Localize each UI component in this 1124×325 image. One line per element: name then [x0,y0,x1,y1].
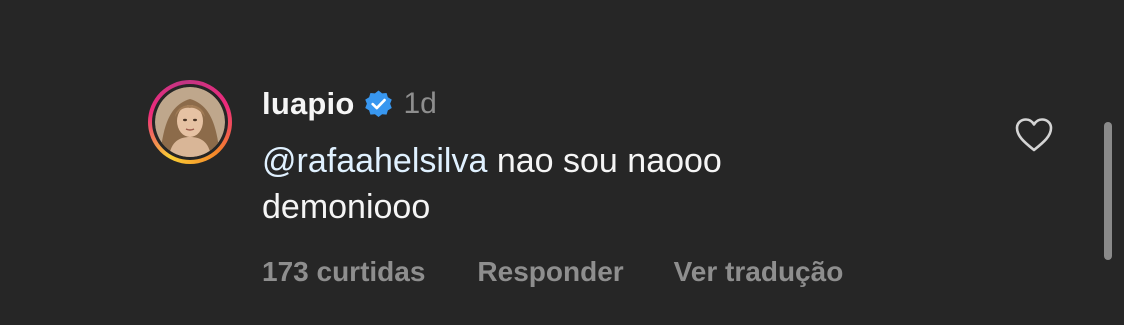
comment-item: luapio 1d @rafaahelsilva nao sou naooo d… [0,0,1124,325]
likes-count[interactable]: 173 curtidas [262,256,425,288]
comment-timestamp: 1d [403,87,437,120]
comment-header: luapio 1d [262,82,437,126]
reply-button[interactable]: Responder [477,256,623,288]
comment-actions: 173 curtidas Responder Ver tradução [262,250,843,294]
comment-text: @rafaahelsilva nao sou naooo demoniooo [262,138,882,230]
avatar[interactable] [155,87,225,157]
verified-badge-icon [365,90,393,117]
avatar-ring-gap [152,84,228,160]
username[interactable]: luapio [262,86,354,122]
translate-button[interactable]: Ver tradução [674,256,844,288]
comment-text-line1: nao sou naooo [487,142,722,180]
comment-screen: luapio 1d @rafaahelsilva nao sou naooo d… [0,0,1124,325]
scrollbar-thumb[interactable] [1104,122,1112,260]
mention-link[interactable]: @rafaahelsilva [262,142,487,180]
heart-outline-icon[interactable] [1014,116,1054,154]
avatar-story-ring[interactable] [148,80,232,164]
comment-text-line2: demoniooo [262,188,431,226]
